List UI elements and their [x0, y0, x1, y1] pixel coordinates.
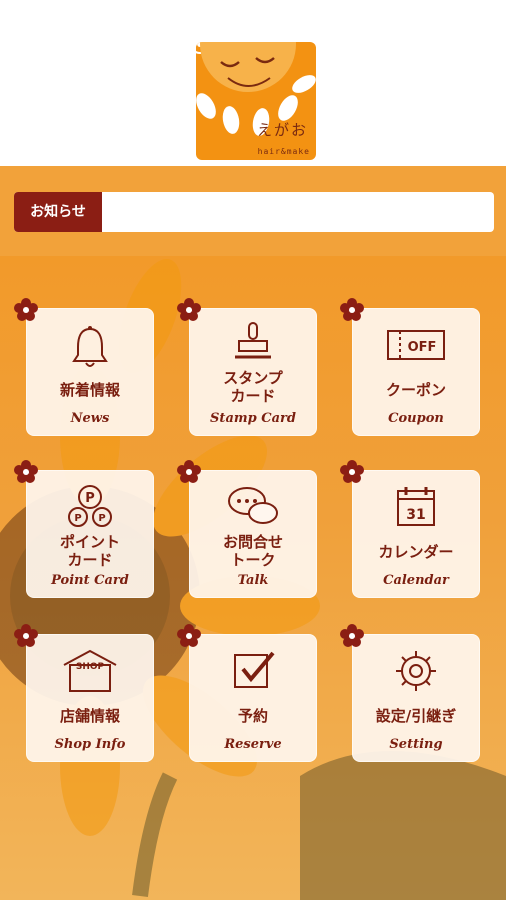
menu-tile-point-card[interactable]: P P P ポイント カード Point Card: [26, 470, 154, 598]
bell-icon: [72, 326, 108, 367]
tile-label-jp: お問合せ トーク: [222, 533, 283, 569]
tile-label-jp: クーポン: [385, 381, 446, 399]
tile-label-en: Calendar: [383, 573, 449, 588]
menu-tile-calendar[interactable]: 31 カレンダー Calendar: [352, 470, 480, 598]
shop-text: SHOP: [76, 662, 105, 672]
tile-label-jp: ポイント カード: [59, 533, 120, 569]
menu-tile-coupon[interactable]: OFF クーポン Coupon: [352, 308, 480, 436]
menu-tile-news[interactable]: 新着情報 News: [26, 308, 154, 436]
tile-label-en: Talk: [237, 573, 269, 588]
calendar-icon: 31: [397, 487, 435, 526]
flower-badge-icon: [177, 298, 201, 321]
salon-logo: えがお hair&make: [196, 42, 316, 160]
flower-badge-icon: [14, 460, 38, 483]
menu-tile-talk[interactable]: お問合せ トーク Talk: [189, 470, 317, 598]
tile-label-jp: 予約: [237, 707, 268, 725]
sun-logo-icon: [196, 42, 316, 136]
point-p-text: P: [85, 491, 95, 506]
point-p-text: P: [74, 513, 81, 524]
logo-text-en: hair&make: [257, 147, 310, 156]
coupon-off-text: OFF: [408, 340, 437, 355]
app-header: えがお hair&make: [0, 0, 506, 166]
calendar-day-text: 31: [406, 507, 425, 523]
tile-label-jp: 新着情報: [59, 381, 120, 399]
tile-label-en: Stamp Card: [210, 411, 296, 426]
flower-badge-icon: [14, 298, 38, 321]
flower-badge-icon: [340, 298, 364, 321]
stamp-icon: [235, 322, 271, 359]
flower-badge-icon: [340, 624, 364, 647]
checkbox-icon: [234, 651, 275, 688]
flower-badge-icon: [177, 624, 201, 647]
flower-badge-icon: [14, 624, 38, 647]
menu-tile-reserve[interactable]: 予約 Reserve: [189, 634, 317, 762]
coupon-icon: OFF: [387, 330, 445, 360]
chat-icon: [228, 487, 278, 524]
flower-badge-icon: [340, 460, 364, 483]
point-p-text: P: [98, 513, 105, 524]
tile-label-jp: スタンプ カード: [223, 369, 283, 405]
notice-label: お知らせ: [14, 192, 102, 232]
shop-icon: SHOP: [63, 649, 117, 692]
tile-label-jp: 設定/引継ぎ: [375, 707, 457, 725]
menu-tile-stamp-card[interactable]: スタンプ カード Stamp Card: [189, 308, 317, 436]
notice-bar[interactable]: お知らせ: [14, 192, 494, 232]
tile-label-en: Reserve: [224, 737, 282, 752]
tile-label-en: Shop Info: [54, 737, 126, 752]
gear-icon: [396, 651, 436, 691]
tile-label-en: Point Card: [51, 573, 129, 588]
tile-label-en: Setting: [389, 737, 443, 752]
point-icon: P P P: [68, 485, 112, 527]
tile-label-en: News: [70, 411, 110, 426]
menu-tile-setting[interactable]: 設定/引継ぎ Setting: [352, 634, 480, 762]
flower-badge-icon: [177, 460, 201, 483]
tile-label-jp: カレンダー: [378, 543, 454, 561]
tile-label-en: Coupon: [388, 411, 444, 426]
logo-text-jp: えがお: [256, 121, 308, 139]
menu-tile-shop-info[interactable]: SHOP 店舗情報 Shop Info: [26, 634, 154, 762]
tile-label-jp: 店舗情報: [59, 707, 120, 725]
